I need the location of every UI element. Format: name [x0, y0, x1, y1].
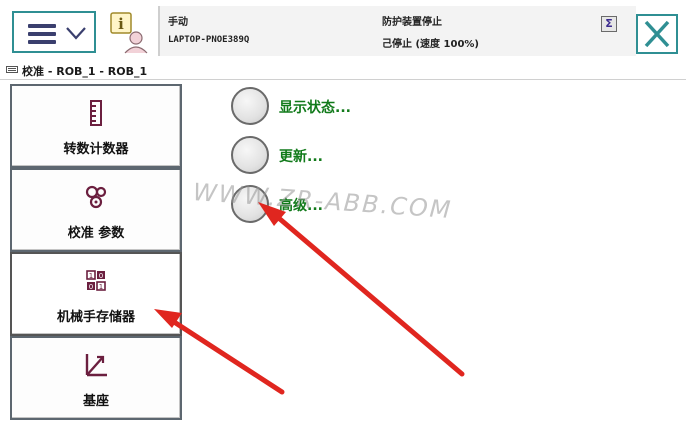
- controller-name: LAPTOP-PNOE389Q: [168, 35, 250, 45]
- run-status: 己停止 (速度 100%): [382, 39, 479, 50]
- header-bar: i 手动 LAPTOP-PNOE389Q 防护装置停止 己停止 (速度 100%…: [0, 0, 686, 60]
- sidebar-item-revolution-counters[interactable]: 转数计数器: [10, 84, 182, 168]
- sidebar-item-manipulator-memory[interactable]: 1 0 0 1 机械手存储器: [10, 252, 182, 336]
- svg-text:1: 1: [99, 283, 103, 291]
- sidebar-item-label: 基座: [82, 394, 109, 409]
- hamburger-icon: [28, 24, 56, 44]
- breadcrumb-text: 校准 - ROB_1 - ROB_1: [22, 65, 148, 78]
- sidebar-item-label: 转数计数器: [63, 142, 129, 157]
- mode-label: 手动: [168, 17, 188, 28]
- status-panel[interactable]: 手动 LAPTOP-PNOE389Q 防护装置停止 己停止 (速度 100%) …: [158, 6, 636, 56]
- update-label[interactable]: 更新...: [279, 146, 323, 166]
- sigma-icon: Σ: [601, 16, 617, 32]
- operator-info-icon[interactable]: i: [108, 11, 152, 55]
- revolution-counter-icon: [90, 100, 102, 126]
- advanced-radio[interactable]: [231, 185, 269, 223]
- svg-text:i: i: [118, 15, 124, 33]
- chevron-down-icon: [66, 27, 86, 40]
- svg-text:1: 1: [89, 272, 93, 280]
- breadcrumb: 校准 - ROB_1 - ROB_1: [0, 60, 686, 80]
- show-status-radio[interactable]: [231, 87, 269, 125]
- main-menu-button[interactable]: [12, 11, 96, 53]
- sidebar-item-label: 机械手存储器: [56, 310, 135, 325]
- calibration-parameters-icon: [85, 185, 107, 209]
- svg-text:0: 0: [99, 272, 103, 280]
- safety-status: 防护装置停止: [382, 17, 442, 28]
- arrow-to-advanced: [258, 202, 465, 377]
- keyboard-icon: [6, 66, 18, 73]
- close-button[interactable]: [636, 14, 678, 54]
- svg-text:0: 0: [89, 283, 93, 291]
- sidebar-item-base-frame[interactable]: 基座: [10, 336, 182, 420]
- close-icon: [644, 20, 670, 48]
- base-frame-icon: [85, 354, 107, 377]
- update-radio[interactable]: [231, 136, 269, 174]
- sidebar-item-calibration-parameters[interactable]: 校准 参数: [10, 168, 182, 252]
- advanced-label[interactable]: 高级...: [279, 195, 323, 215]
- manipulator-memory-icon: 1 0 0 1: [86, 270, 106, 291]
- show-status-label[interactable]: 显示状态...: [279, 97, 351, 117]
- sidebar-item-label: 校准 参数: [67, 226, 125, 241]
